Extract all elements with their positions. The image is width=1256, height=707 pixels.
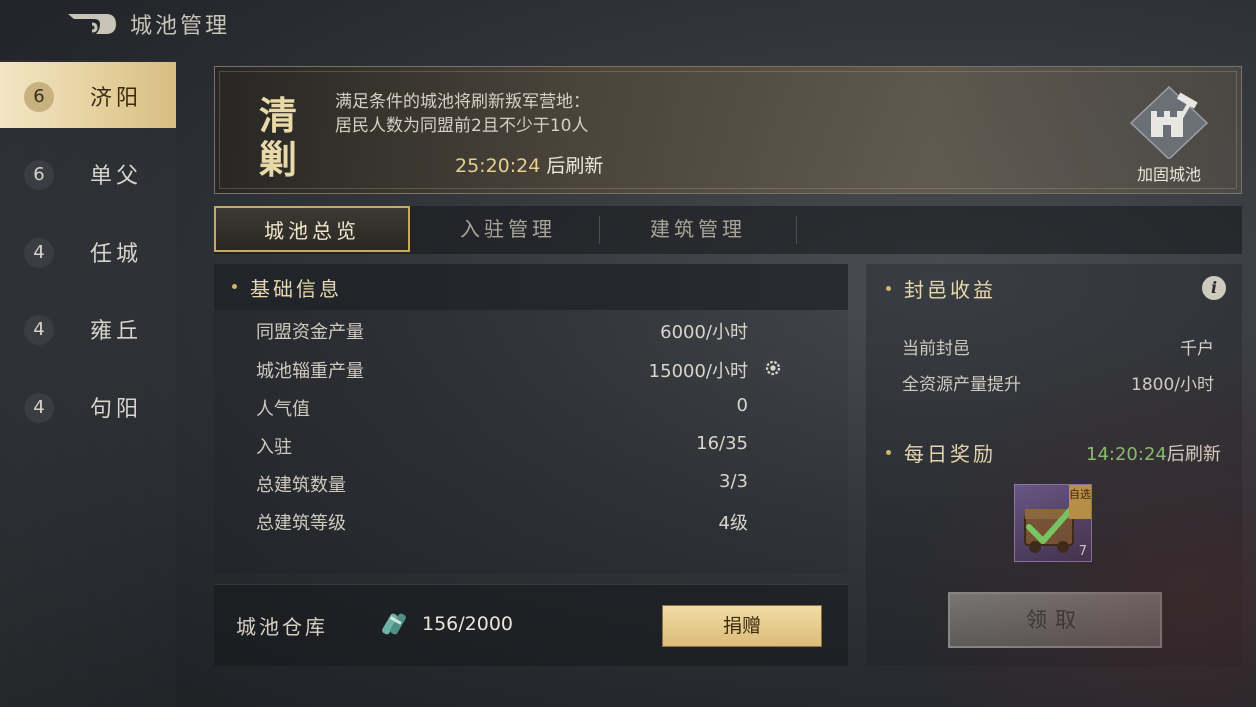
info-row-building-count: 总建筑数量 3/3 [214, 463, 848, 501]
info-label: 同盟资金产量 [256, 322, 364, 343]
fief-value: 1800/小时 [1131, 375, 1214, 395]
back-arrow-icon[interactable] [66, 10, 118, 38]
info-value: 15000/小时 [648, 361, 748, 382]
fief-row-resource-boost: 全资源产量提升 1800/小时 [866, 366, 1242, 396]
donate-button[interactable]: 捐赠 [662, 605, 822, 647]
sidebar-item-jiyang[interactable]: 6 济阳 [0, 62, 176, 128]
info-label: 城池辎重产量 [256, 361, 364, 382]
sidebar-item-juyang[interactable]: 4 句阳 [0, 373, 176, 439]
info-row-popularity: 人气值 0 [214, 387, 848, 425]
city-name: 单父 [90, 164, 143, 189]
banner-timer-suffix: 后刷新 [546, 155, 604, 177]
supply-icon [380, 609, 410, 639]
banner-description-line-1: 满足条件的城池将刷新叛军营地： [335, 92, 590, 112]
reward-count: 7 [1078, 544, 1087, 559]
fortify-city-label: 加固城池 [1136, 165, 1201, 184]
basic-info-header: 基础信息 [214, 264, 848, 310]
fief-value: 千户 [1180, 339, 1214, 359]
storage-value: 156/2000 [422, 613, 514, 635]
claim-button[interactable]: 领取 [948, 592, 1162, 648]
info-row-alliance-funds: 同盟资金产量 6000/小时 [214, 310, 848, 348]
top-header: 城池管理 [0, 0, 1256, 46]
basic-info-title: 基础信息 [250, 277, 342, 301]
city-name: 济阳 [90, 86, 143, 111]
info-label: 入驻 [256, 437, 292, 458]
fief-income-title: 封邑收益 [904, 278, 996, 302]
daily-reward-item[interactable]: 自选 7 [1014, 484, 1092, 562]
info-value: 16/35 [696, 433, 748, 454]
info-row-building-level: 总建筑等级 4级 [214, 501, 848, 539]
info-row-settled: 入驻 16/35 [214, 425, 848, 463]
city-level-badge: 4 [24, 315, 54, 345]
tab-city-overview[interactable]: 城池总览 [214, 206, 410, 252]
tab-divider [796, 216, 797, 244]
bullet-dot [886, 286, 891, 291]
sidebar-item-rencheng[interactable]: 4 任城 [0, 218, 176, 284]
city-name: 雍丘 [90, 319, 143, 344]
info-value: 0 [736, 395, 748, 416]
info-label: 总建筑数量 [256, 475, 346, 496]
page-title: 城池管理 [130, 14, 231, 39]
daily-reward-timer: 14:20:24后刷新 [1086, 440, 1221, 466]
info-value: 3/3 [719, 471, 748, 492]
suppression-banner: 清 剿 满足条件的城池将刷新叛军营地： 居民人数为同盟前2且不少于10人 25:… [214, 66, 1242, 194]
daily-timer-value: 14:20:24 [1086, 444, 1167, 465]
fief-row-current-fief: 当前封邑 千户 [866, 330, 1242, 360]
city-level-badge: 6 [24, 82, 54, 112]
fortress-hammer-icon [1129, 85, 1209, 161]
info-row-supply-output: 城池辎重产量 15000/小时 [214, 349, 848, 387]
banner-description-line-2: 居民人数为同盟前2且不少于10人 [335, 116, 589, 136]
bullet-dot [886, 450, 891, 455]
city-name: 句阳 [90, 397, 143, 422]
gear-icon[interactable] [760, 355, 786, 381]
city-level-badge: 4 [24, 238, 54, 268]
storage-title: 城池仓库 [236, 615, 328, 639]
banner-timer-value: 25:20:24 [455, 155, 541, 177]
basic-info-panel: 基础信息 同盟资金产量 6000/小时 城池辎重产量 15000/小时 人气值 … [214, 264, 848, 574]
info-label: 总建筑等级 [256, 513, 346, 534]
fief-income-panel: 封邑收益 i 当前封邑 千户 全资源产量提升 1800/小时 每日奖励 14:2… [866, 264, 1242, 666]
daily-timer-suffix: 后刷新 [1166, 444, 1221, 465]
banner-calligraphy-2: 剿 [259, 137, 298, 182]
fief-label: 当前封邑 [902, 339, 970, 359]
city-sidebar: 6 济阳 6 单父 4 任城 4 雍丘 4 句阳 [0, 60, 176, 707]
banner-refresh-timer: 25:20:24 后刷新 [455, 151, 603, 178]
tab-building-management[interactable]: 建筑管理 [600, 206, 796, 252]
city-name: 任城 [90, 242, 143, 267]
sidebar-item-yongqiu[interactable]: 4 雍丘 [0, 295, 176, 361]
info-label: 人气值 [256, 399, 310, 420]
info-value: 6000/小时 [660, 322, 748, 343]
tab-settle-management[interactable]: 入驻管理 [410, 206, 606, 252]
reward-select-tag: 自选 [1069, 485, 1091, 519]
daily-reward-title: 每日奖励 [904, 442, 996, 466]
fief-label: 全资源产量提升 [902, 375, 1021, 395]
tab-bar: 城池总览 入驻管理 建筑管理 [214, 206, 1242, 254]
city-level-badge: 4 [24, 393, 54, 423]
info-value: 4级 [718, 513, 748, 534]
fortify-city-button[interactable]: 加固城池 [1127, 83, 1211, 184]
bullet-dot [232, 284, 237, 289]
sidebar-item-shanfu[interactable]: 6 单父 [0, 140, 176, 206]
info-icon[interactable]: i [1202, 276, 1226, 300]
city-storage-bar: 城池仓库 156/2000 捐赠 [214, 584, 848, 666]
city-level-badge: 6 [24, 160, 54, 190]
